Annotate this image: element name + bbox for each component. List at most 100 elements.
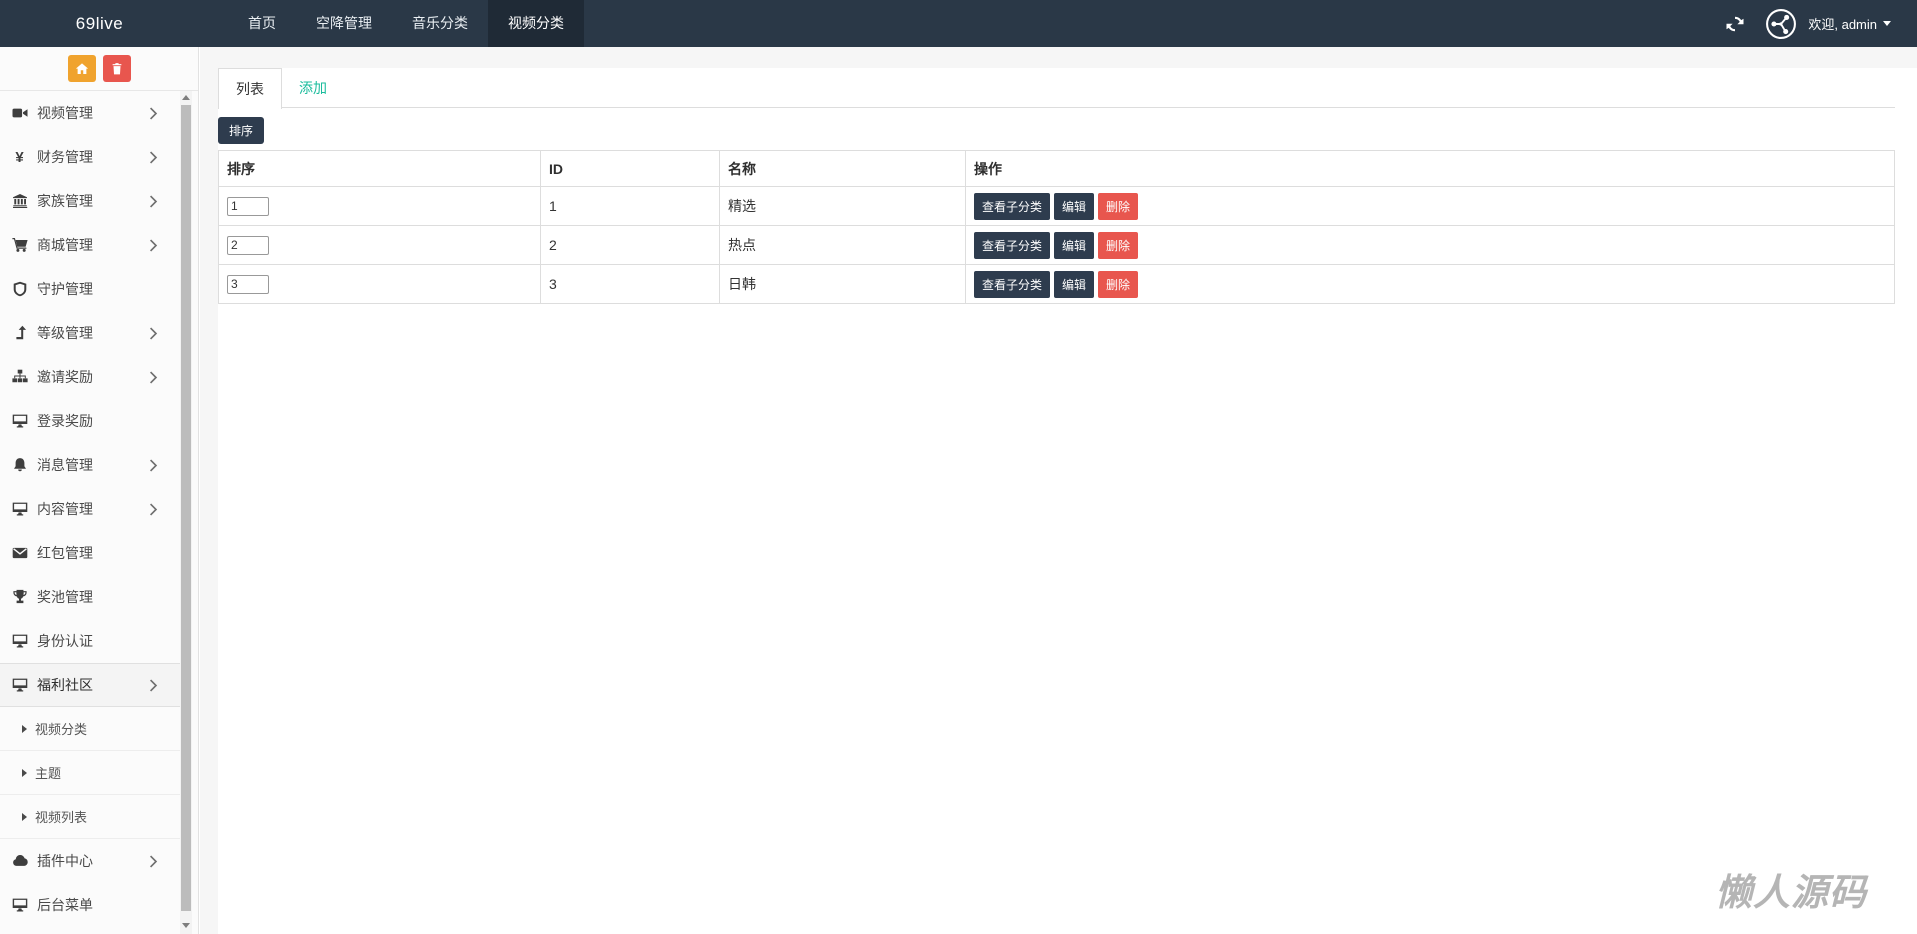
sidebar-item-guardian-management[interactable]: 守护管理: [0, 267, 182, 311]
sort-cell: [218, 264, 541, 304]
sidebar-item-welfare-community[interactable]: 福利社区: [0, 663, 182, 707]
chevron-right-icon: [149, 195, 158, 208]
delete-button[interactable]: 删除: [1098, 231, 1139, 259]
sidebar-item-video-management[interactable]: 视频管理: [0, 91, 182, 135]
view-subcategories-button[interactable]: 查看子分类: [974, 231, 1051, 259]
sidebar-item-label: 奖池管理: [37, 589, 93, 605]
nav-item-airdrop-management[interactable]: 空降管理: [296, 0, 392, 47]
desktop-icon: [11, 897, 28, 914]
name-cell: 热点: [719, 225, 966, 265]
sort-cell: [218, 186, 541, 226]
tab-add[interactable]: 添加: [282, 68, 344, 107]
actions-cell: 查看子分类 编辑 删除: [965, 264, 1895, 304]
envelope-icon: [11, 545, 28, 562]
table-header-3: 操作: [965, 150, 1895, 187]
content-gutter-left: [200, 47, 218, 934]
scroll-up-arrow-icon[interactable]: [180, 91, 192, 104]
sidebar-item-family-management[interactable]: 家族管理: [0, 179, 182, 223]
table-header-0: 排序: [218, 150, 541, 187]
delete-button[interactable]: 删除: [1098, 192, 1139, 220]
chevron-right-icon: [149, 327, 158, 340]
scroll-down-arrow-icon[interactable]: [180, 919, 192, 932]
sidebar-item-label: 身份认证: [37, 633, 93, 649]
content-gutter-top: [200, 47, 1917, 68]
sidebar-item-identity-verification[interactable]: 身份认证: [0, 619, 182, 663]
sort-order-input[interactable]: [227, 235, 269, 255]
sidebar-item-content-management[interactable]: 内容管理: [0, 487, 182, 531]
watermark-logo: 懒人源码: [1715, 872, 1867, 913]
view-subcategories-button[interactable]: 查看子分类: [974, 192, 1051, 220]
top-nav: 首页 空降管理 音乐分类 视频分类: [228, 0, 584, 47]
bell-icon: [11, 457, 28, 474]
nav-item-home[interactable]: 首页: [228, 0, 296, 47]
sidebar-item-finance-management[interactable]: ¥ 财务管理: [0, 135, 182, 179]
desktop-icon: [11, 413, 28, 430]
sidebar-item-theme[interactable]: 主题: [0, 751, 182, 795]
sidebar-action-buttons: [0, 47, 198, 91]
yen-icon: ¥: [15, 148, 24, 166]
chevron-right-icon: [149, 679, 158, 692]
scrollbar-thumb[interactable]: [181, 105, 191, 911]
bank-icon: [11, 193, 28, 210]
table-header-2: 名称: [719, 150, 966, 187]
edit-button[interactable]: 编辑: [1054, 270, 1095, 298]
sidebar-item-video-category[interactable]: 视频分类: [0, 707, 182, 751]
sidebar-item-message-management[interactable]: 消息管理: [0, 443, 182, 487]
edit-button[interactable]: 编辑: [1054, 192, 1095, 220]
app-logo: 69live: [75, 14, 124, 33]
nav-item-video-category[interactable]: 视频分类: [488, 0, 584, 47]
actions-cell: 查看子分类 编辑 删除: [965, 225, 1895, 265]
sidebar-subitem-label: 主题: [35, 766, 62, 781]
chevron-right-icon: [149, 107, 158, 120]
sort-order-input[interactable]: [227, 274, 269, 294]
sidebar-item-mall-management[interactable]: 商城管理: [0, 223, 182, 267]
sidebar-subitem-label: 视频列表: [35, 810, 88, 825]
sidebar-item-redpacket-management[interactable]: 红包管理: [0, 531, 182, 575]
sidebar-item-login-rewards[interactable]: 登录奖励: [0, 399, 182, 443]
chevron-right-icon: [149, 239, 158, 252]
view-subcategories-button[interactable]: 查看子分类: [974, 270, 1051, 298]
sort-button[interactable]: 排序: [218, 117, 265, 144]
tab-list[interactable]: 列表: [218, 68, 282, 109]
trophy-icon: [11, 589, 28, 606]
edit-button[interactable]: 编辑: [1054, 231, 1095, 259]
sidebar-item-label: 红包管理: [37, 545, 93, 561]
id-cell: 1: [540, 186, 720, 226]
sidebar-item-level-management[interactable]: 等级管理: [0, 311, 182, 355]
sidebar-menu: 视频管理 ¥ 财务管理 家族管理 商城管理守护管理等级管理 邀请奖励 登录奖励 消息管理内容管…: [0, 91, 182, 927]
cloud-icon: [11, 853, 28, 870]
desktop-icon: [11, 677, 28, 694]
id-cell: 2: [540, 225, 720, 265]
sidebar-item-plugin-center[interactable]: 插件中心: [0, 839, 182, 883]
delete-button[interactable]: 删除: [1098, 270, 1139, 298]
sidebar-item-jackpot-management[interactable]: 奖池管理: [0, 575, 182, 619]
desktop-icon: [11, 633, 28, 650]
sidebar-item-label: 内容管理: [37, 501, 93, 517]
level-up-icon: [11, 325, 28, 342]
user-menu[interactable]: 欢迎, admin: [1808, 14, 1891, 33]
shield-icon: [11, 281, 28, 298]
sitemap-icon: [11, 369, 28, 386]
sidebar-item-label: 守护管理: [37, 281, 93, 297]
table-row: 3日韩查看子分类编辑删除: [218, 264, 1895, 304]
share-network-avatar-icon[interactable]: [1765, 8, 1797, 40]
sidebar: 视频管理 ¥ 财务管理 家族管理 商城管理守护管理等级管理 邀请奖励 登录奖励 消息管理内容管…: [0, 47, 199, 934]
topbar-right: 欢迎, admin: [1725, 0, 1917, 47]
table-row: 1精选查看子分类编辑删除: [218, 186, 1895, 226]
home-button[interactable]: [67, 55, 96, 82]
sort-order-input[interactable]: [227, 196, 269, 216]
sidebar-item-label: 福利社区: [37, 677, 93, 693]
nav-item-music-category[interactable]: 音乐分类: [392, 0, 488, 47]
trash-button[interactable]: [102, 55, 131, 82]
sidebar-subitem-label: 视频分类: [35, 722, 88, 737]
sidebar-item-invite-rewards[interactable]: 邀请奖励: [0, 355, 182, 399]
chevron-right-icon: [149, 151, 158, 164]
table-row: 2热点查看子分类编辑删除: [218, 225, 1895, 265]
chevron-right-icon: [149, 503, 158, 516]
sidebar-scrollbar[interactable]: [180, 91, 192, 934]
refresh-icon[interactable]: [1725, 14, 1745, 34]
id-cell: 3: [540, 264, 720, 304]
trash-icon: [110, 62, 124, 76]
sidebar-item-admin-menu[interactable]: 后台菜单: [0, 883, 182, 927]
sidebar-item-video-list[interactable]: 视频列表: [0, 795, 182, 839]
